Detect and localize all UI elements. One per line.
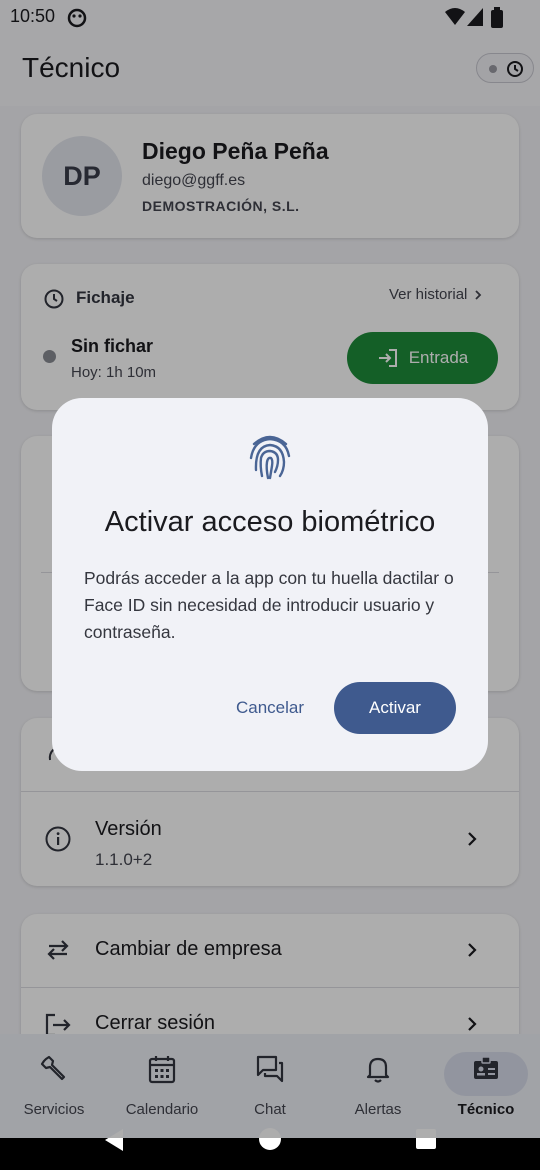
- dialog-title: Activar acceso biométrico: [104, 506, 436, 538]
- activate-button[interactable]: Activar: [334, 682, 456, 734]
- system-nav-bar: [0, 1128, 540, 1170]
- biometric-dialog: Activar acceso biométrico Podrás acceder…: [52, 398, 488, 771]
- fingerprint-icon: [249, 435, 291, 480]
- dialog-body: Podrás acceder a la app con tu huella da…: [84, 568, 454, 642]
- cancel-button[interactable]: Cancelar: [220, 682, 320, 734]
